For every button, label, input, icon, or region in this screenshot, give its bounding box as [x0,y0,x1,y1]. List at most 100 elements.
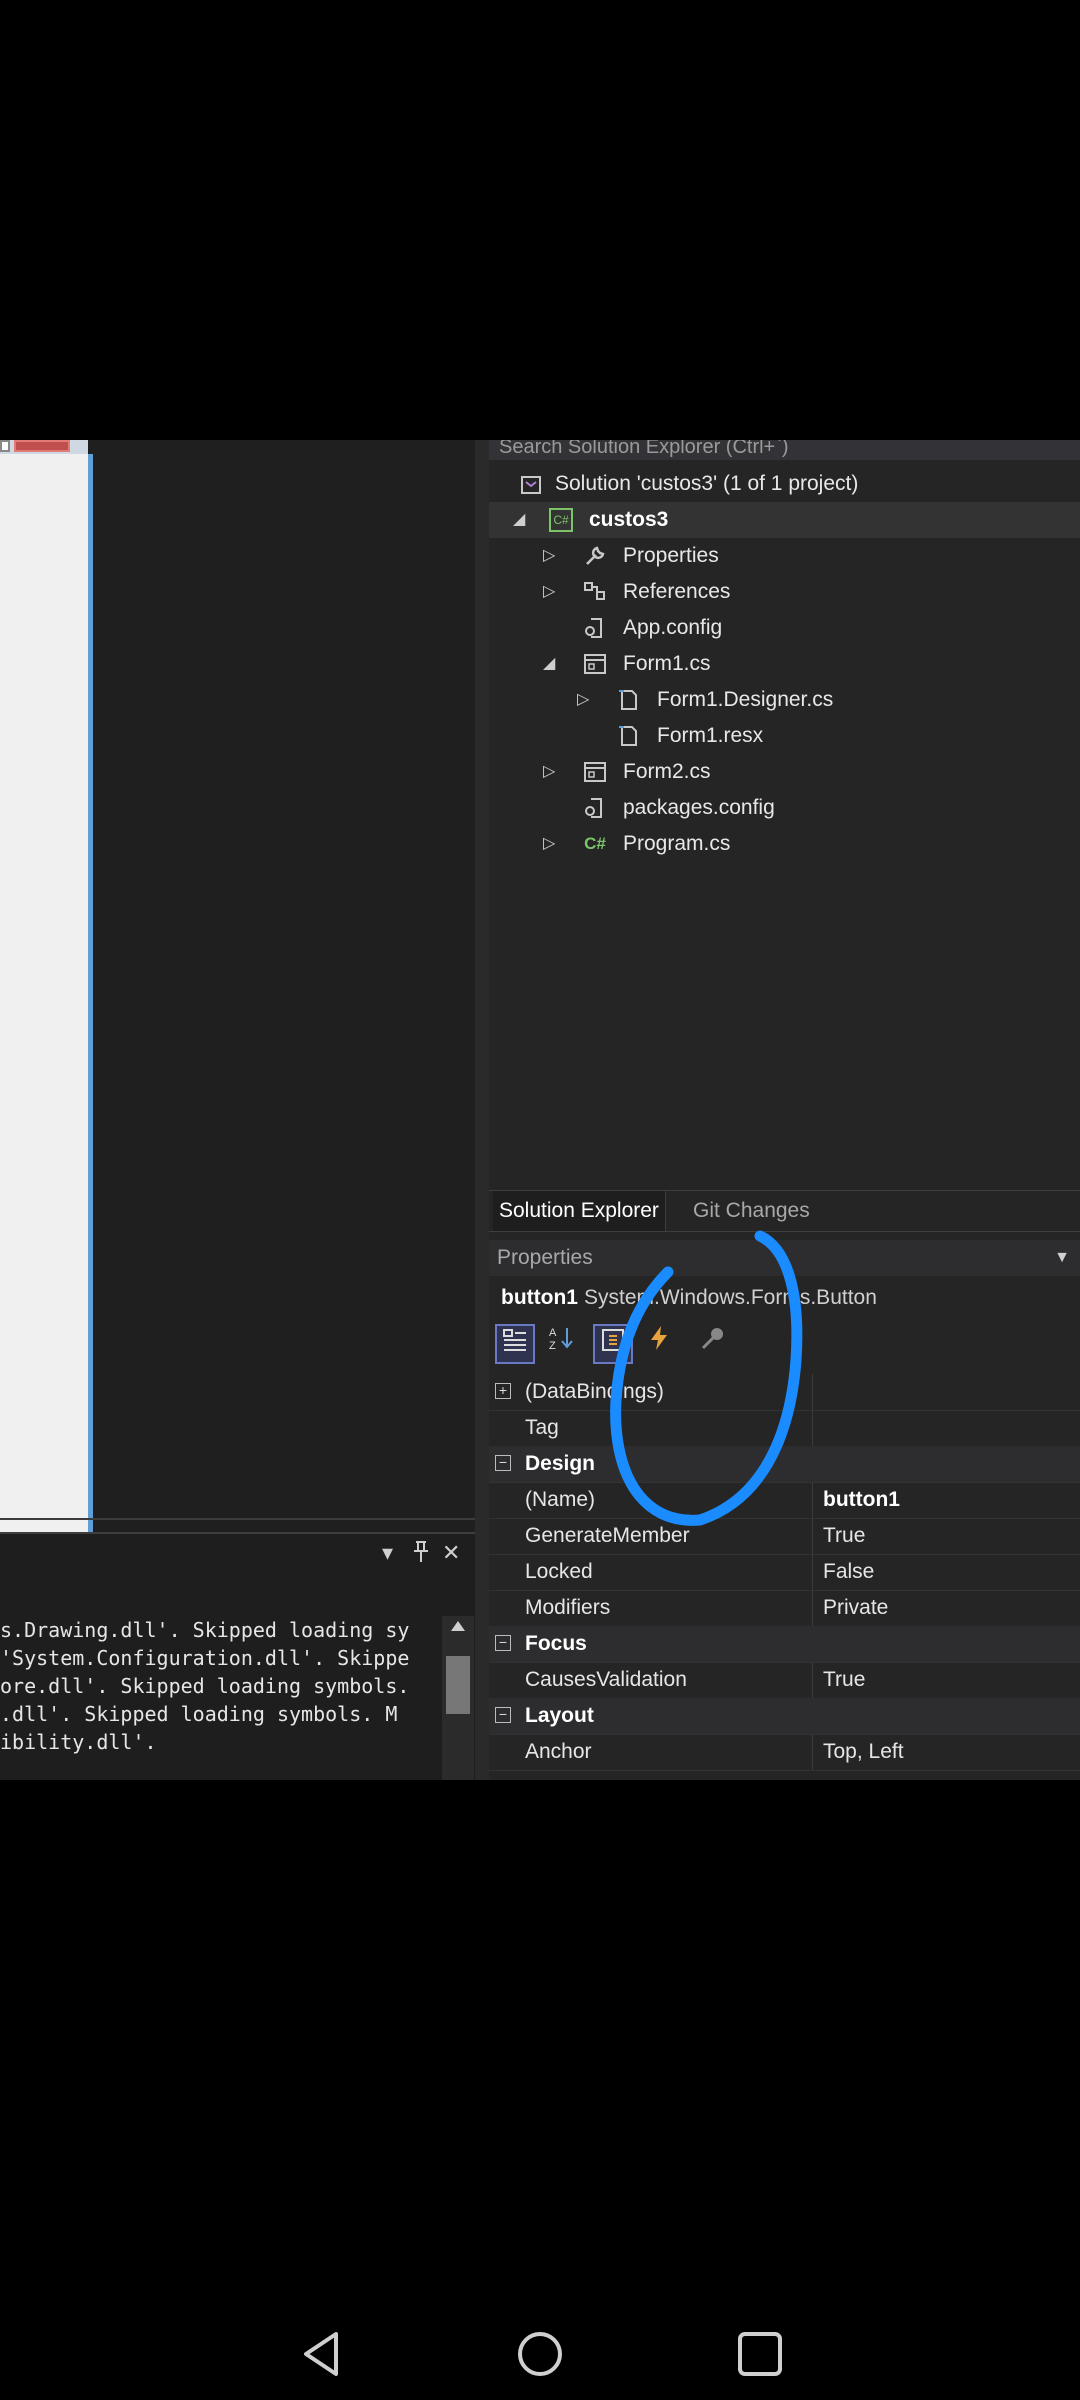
tree-item-label: Properties [623,544,719,567]
expand-icon[interactable]: + [495,1383,511,1399]
category-name: Focus [525,1632,587,1655]
property-row-anchor[interactable]: Anchor Top, Left [489,1734,1080,1771]
output-line: .dll'. Skipped loading symbols. M [0,1702,398,1726]
property-row-causesvalidation[interactable]: CausesValidation True [489,1662,1080,1699]
tree-item-label: Form2.cs [623,760,711,783]
tree-item-properties[interactable]: ▷ Properties [489,538,1080,574]
categorized-icon[interactable] [495,1324,535,1364]
property-value[interactable] [812,1374,1080,1410]
expanded-icon[interactable]: ◢ [513,502,525,538]
category-layout[interactable]: − Layout [489,1698,1080,1735]
object-type: System.Windows.Forms.Button [583,1286,877,1309]
scroll-up-icon[interactable] [450,1620,466,1632]
tree-item-label: Program.cs [623,832,731,855]
alphabetical-icon[interactable]: AZ [541,1324,581,1364]
property-row-databindings[interactable]: + (DataBindings) [489,1374,1080,1411]
tree-item-form1[interactable]: ◢ Form1.cs [489,646,1080,682]
property-value[interactable]: False [812,1554,1080,1590]
recents-icon[interactable] [734,2328,786,2380]
property-name: Anchor [525,1740,592,1763]
properties-title: Properties ▼ [489,1240,1080,1276]
tree-item-app-config[interactable]: App.config [489,610,1080,646]
tab-git-changes[interactable]: Git Changes [685,1191,818,1231]
property-name: GenerateMember [525,1524,690,1547]
form-close-button[interactable] [14,440,70,452]
property-value[interactable]: True [812,1518,1080,1554]
category-design[interactable]: − Design [489,1446,1080,1483]
form-designer [0,440,475,1760]
tab-solution-explorer[interactable]: Solution Explorer [493,1191,666,1231]
search-input[interactable]: Search Solution Explorer (Ctrl+`) [489,440,1080,460]
file-icon [617,688,641,712]
references-icon [583,580,607,604]
tree-item-references[interactable]: ▷ References [489,574,1080,610]
category-focus[interactable]: − Focus [489,1626,1080,1663]
tree-item-label: packages.config [623,796,775,819]
tree-item-form2[interactable]: ▷ Form2.cs [489,754,1080,790]
property-value[interactable]: Private [812,1590,1080,1626]
form1-titlebar [0,440,88,454]
home-icon[interactable] [514,2328,566,2380]
category-name: Design [525,1452,596,1475]
tree-item-label: Form1.Designer.cs [657,688,834,711]
wrench-icon [583,544,607,568]
output-scrollbar[interactable] [442,1616,474,1780]
property-name: Modifiers [525,1596,611,1619]
output-line: s.Drawing.dll'. Skipped loading sy [0,1618,410,1642]
property-name: (Name) [525,1488,596,1511]
property-row-tag[interactable]: Tag [489,1410,1080,1447]
collapsed-icon[interactable]: ▷ [543,538,555,574]
collapsed-icon[interactable]: ▷ [543,574,555,610]
collapsed-icon[interactable]: ▷ [543,826,555,862]
tree-item-packages-config[interactable]: packages.config [489,790,1080,826]
object-name: button1 [501,1286,578,1309]
events-icon[interactable] [639,1324,679,1364]
collapsed-icon[interactable]: ▷ [543,754,555,790]
property-value[interactable] [812,1410,1080,1446]
back-icon[interactable] [296,2328,348,2380]
tree-item-label: Form1.cs [623,652,711,675]
object-selector[interactable]: button1 System.Windows.Forms.Button [489,1280,1080,1316]
tree-item-project[interactable]: ◢ C# custos3 [489,502,1080,538]
tree-item-solution[interactable]: Solution 'custos3' (1 of 1 project) [489,466,1080,502]
tree-item-form1-designer[interactable]: ▷ Form1.Designer.cs [489,682,1080,718]
tree-item-label: custos3 [589,508,669,531]
pin-icon[interactable] [412,1540,430,1570]
csharp-project-icon: C# [549,508,573,532]
tree-item-label: App.config [623,616,723,639]
tree-item-program[interactable]: ▷ C# Program.cs [489,826,1080,862]
splitter[interactable] [475,440,489,1780]
properties-icon[interactable] [593,1324,633,1364]
collapsed-icon[interactable]: ▷ [577,682,589,718]
close-icon[interactable]: ✕ [442,1540,460,1566]
dropdown-icon[interactable]: ▼ [1054,1240,1070,1276]
dropdown-icon[interactable]: ▾ [382,1540,393,1566]
svg-text:Z: Z [549,1340,556,1352]
scrollbar-thumb[interactable] [446,1656,470,1714]
output-line: 'System.Configuration.dll'. Skippe [0,1646,410,1670]
collapse-icon[interactable]: − [495,1707,511,1723]
property-value[interactable]: button1 [812,1482,1080,1518]
property-row-locked[interactable]: Locked False [489,1554,1080,1591]
expanded-icon[interactable]: ◢ [543,646,555,682]
property-name: (DataBindings) [525,1380,664,1403]
property-value[interactable]: Top, Left [812,1734,1080,1770]
property-row-name[interactable]: (Name) button1 [489,1482,1080,1519]
category-name: Layout [525,1704,594,1727]
navigation-bar [0,2290,1080,2400]
output-line: ore.dll'. Skipped loading symbols. [0,1674,410,1698]
property-row-generatemember[interactable]: GenerateMember True [489,1518,1080,1555]
config-file-icon [583,796,607,820]
form-icon [583,760,607,784]
tree-item-label: Form1.resx [657,724,764,747]
properties-toolbar: AZ [489,1322,1080,1366]
file-icon [617,724,641,748]
output-pane: ▾ ✕ s.Drawing.dll'. Skipped loading sy '… [0,1532,475,1780]
property-value[interactable]: True [812,1662,1080,1698]
collapse-icon[interactable]: − [495,1635,511,1651]
collapse-icon[interactable]: − [495,1455,511,1471]
property-name: Locked [525,1560,593,1583]
tree-item-form1-resx[interactable]: Form1.resx [489,718,1080,754]
property-pages-icon[interactable] [693,1324,733,1364]
property-row-modifiers[interactable]: Modifiers Private [489,1590,1080,1627]
